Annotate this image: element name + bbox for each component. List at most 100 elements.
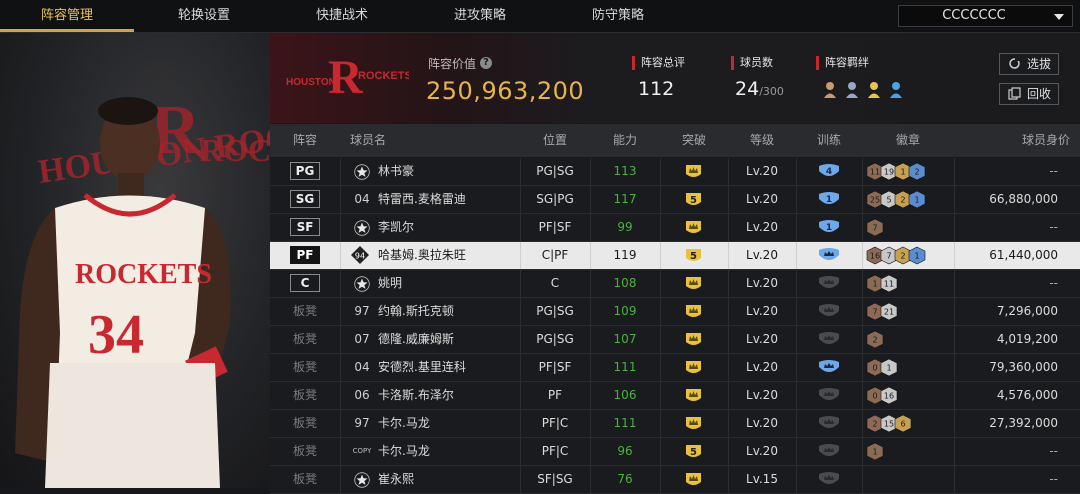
table-row[interactable]: 板凳 崔永熙 SF|SG 76 Lv.15 -- bbox=[270, 466, 1080, 494]
table-row[interactable]: PF 94 哈基姆.奥拉朱旺 C|PF 119 5 Lv.20 16 7 2 1 61,440,000 bbox=[270, 242, 1080, 270]
badge-icon[interactable]: 6 bbox=[894, 414, 912, 433]
player-position: PF|C bbox=[541, 416, 569, 430]
bond-icons[interactable] bbox=[822, 79, 914, 101]
table-row[interactable]: 板凳 97 卡尔.马龙 PF|C 111 Lv.20 2 15 6 27,392,000 bbox=[270, 410, 1080, 438]
player-ability: 111 bbox=[613, 360, 637, 374]
player-position: PF|C bbox=[541, 444, 569, 458]
column-divider bbox=[660, 354, 661, 381]
column-divider bbox=[660, 466, 661, 493]
breakthrough-shield-icon[interactable]: 5 bbox=[685, 191, 702, 208]
player-name[interactable]: 安德烈.基里连科 bbox=[378, 354, 518, 381]
player-position: PF|SF bbox=[538, 360, 572, 374]
jersey-number: 97 bbox=[354, 416, 370, 430]
column-divider bbox=[862, 382, 863, 409]
training-icon[interactable] bbox=[818, 275, 840, 292]
svg-text:2: 2 bbox=[900, 252, 905, 261]
svg-text:2: 2 bbox=[872, 420, 877, 429]
table-row[interactable]: C 姚明 C 108 Lv.20 1 11 -- bbox=[270, 270, 1080, 298]
svg-text:1: 1 bbox=[914, 196, 919, 205]
badge-icon[interactable]: 1 bbox=[908, 246, 926, 265]
training-icon[interactable] bbox=[818, 387, 840, 404]
player-name[interactable]: 特雷西.麦格雷迪 bbox=[378, 186, 518, 213]
player-name[interactable]: 崔永熙 bbox=[378, 466, 518, 493]
help-icon[interactable]: ? bbox=[480, 57, 492, 69]
breakthrough-shield-icon[interactable] bbox=[685, 387, 702, 404]
training-icon[interactable] bbox=[818, 247, 840, 264]
training-icon[interactable] bbox=[818, 331, 840, 348]
chevron-down-icon bbox=[1054, 14, 1064, 20]
player-market-value: 27,392,000 bbox=[989, 416, 1058, 430]
player-name[interactable]: 姚明 bbox=[378, 270, 518, 297]
slot-position-badge[interactable]: PF bbox=[290, 246, 320, 264]
breakthrough-shield-icon[interactable] bbox=[685, 219, 702, 236]
player-position: SF|SG bbox=[537, 472, 573, 486]
breakthrough-shield-icon[interactable] bbox=[685, 331, 702, 348]
table-row[interactable]: 板凳 06 卡洛斯.布泽尔 PF 106 Lv.20 0 16 4,576,000 bbox=[270, 382, 1080, 410]
tab-defense-strategy[interactable]: 防守策略 bbox=[554, 0, 682, 32]
badge-icon[interactable]: 2 bbox=[866, 330, 884, 349]
table-row[interactable]: 板凳 COPY 卡尔.马龙 PF|C 96 5 Lv.20 1 -- bbox=[270, 438, 1080, 466]
tab-quick-tactics[interactable]: 快捷战术 bbox=[278, 0, 406, 32]
slot-position-badge[interactable]: PG bbox=[290, 162, 320, 180]
player-name[interactable]: 李凯尔 bbox=[378, 214, 518, 241]
team-select-dropdown[interactable]: CCCCCCC bbox=[898, 5, 1073, 27]
breakthrough-shield-icon[interactable] bbox=[685, 303, 702, 320]
table-row[interactable]: SF 李凯尔 PF|SF 99 Lv.20 1 7 -- bbox=[270, 214, 1080, 242]
refresh-icon bbox=[1009, 57, 1020, 69]
table-row[interactable]: 板凳 07 德隆.威廉姆斯 PG|SG 107 Lv.20 2 4,019,200 bbox=[270, 326, 1080, 354]
player-market-value: -- bbox=[1049, 472, 1058, 486]
training-icon[interactable] bbox=[818, 359, 840, 376]
badge-icon[interactable]: 11 bbox=[880, 274, 898, 293]
svg-text:ROCKETS: ROCKETS bbox=[358, 70, 409, 82]
training-icon[interactable]: 1 bbox=[818, 191, 840, 208]
slot-position-badge[interactable]: SG bbox=[290, 190, 320, 208]
player-name[interactable]: 哈基姆.奥拉朱旺 bbox=[378, 242, 518, 269]
badge-icon[interactable]: 1 bbox=[880, 358, 898, 377]
badge-icon[interactable]: 16 bbox=[880, 386, 898, 405]
player-position: SG|PG bbox=[536, 192, 574, 206]
breakthrough-shield-icon[interactable] bbox=[685, 471, 702, 488]
training-icon[interactable] bbox=[818, 415, 840, 432]
player-market-value: -- bbox=[1049, 276, 1058, 290]
training-icon[interactable]: 4 bbox=[818, 163, 840, 180]
rockets-logo: HOUSTON R ROCKETS bbox=[286, 51, 409, 104]
training-icon[interactable] bbox=[818, 471, 840, 488]
slot-position-badge[interactable]: SF bbox=[290, 218, 320, 236]
player-position: PF|SF bbox=[538, 220, 572, 234]
svg-text:2: 2 bbox=[872, 336, 877, 345]
player-name[interactable]: 德隆.威廉姆斯 bbox=[378, 326, 518, 353]
table-row[interactable]: SG 04 特雷西.麦格雷迪 SG|PG 117 5 Lv.20 1 25 5 2 1 66,880,0… bbox=[270, 186, 1080, 214]
tab-rotation-settings[interactable]: 轮换设置 bbox=[140, 0, 268, 32]
player-name[interactable]: 卡洛斯.布泽尔 bbox=[378, 382, 518, 409]
player-name[interactable]: 卡尔.马龙 bbox=[378, 410, 518, 437]
table-row[interactable]: 板凳 97 约翰.斯托克顿 PG|SG 109 Lv.20 7 21 7,296,000 bbox=[270, 298, 1080, 326]
col-slot: 阵容 bbox=[292, 133, 317, 147]
training-icon[interactable]: 1 bbox=[818, 219, 840, 236]
training-icon[interactable] bbox=[818, 303, 840, 320]
breakthrough-shield-icon[interactable] bbox=[685, 415, 702, 432]
table-row[interactable]: PG 林书豪 PG|SG 113 Lv.20 4 11 19 1 2 -- bbox=[270, 158, 1080, 186]
breakthrough-shield-icon[interactable]: 5 bbox=[685, 443, 702, 460]
col-training: 训练 bbox=[816, 133, 841, 147]
badge-icon[interactable]: 7 bbox=[866, 218, 884, 237]
badge-icon[interactable]: 21 bbox=[880, 302, 898, 321]
player-level: Lv.20 bbox=[746, 220, 778, 234]
tab-offense-strategy[interactable]: 进攻策略 bbox=[416, 0, 544, 32]
table-row[interactable]: 板凳 04 安德烈.基里连科 PF|SF 111 Lv.20 0 1 79,360,000 bbox=[270, 354, 1080, 382]
breakthrough-shield-icon[interactable] bbox=[685, 163, 702, 180]
player-name[interactable]: 卡尔.马龙 bbox=[378, 438, 518, 465]
recycle-button[interactable]: 回收 bbox=[999, 83, 1059, 105]
badge-icon[interactable]: 2 bbox=[908, 162, 926, 181]
tab-lineup-management[interactable]: 阵容管理 bbox=[0, 0, 134, 32]
jersey-number: 07 bbox=[354, 332, 370, 346]
breakthrough-shield-icon[interactable] bbox=[685, 275, 702, 292]
badge-icon[interactable]: 1 bbox=[866, 442, 884, 461]
player-name[interactable]: 林书豪 bbox=[378, 158, 518, 185]
badge-icon[interactable]: 1 bbox=[908, 190, 926, 209]
select-button[interactable]: 选拔 bbox=[999, 53, 1059, 75]
training-icon[interactable] bbox=[818, 443, 840, 460]
breakthrough-shield-icon[interactable]: 5 bbox=[685, 247, 702, 264]
player-name[interactable]: 约翰.斯托克顿 bbox=[378, 298, 518, 325]
slot-position-badge[interactable]: C bbox=[290, 274, 320, 292]
breakthrough-shield-icon[interactable] bbox=[685, 359, 702, 376]
